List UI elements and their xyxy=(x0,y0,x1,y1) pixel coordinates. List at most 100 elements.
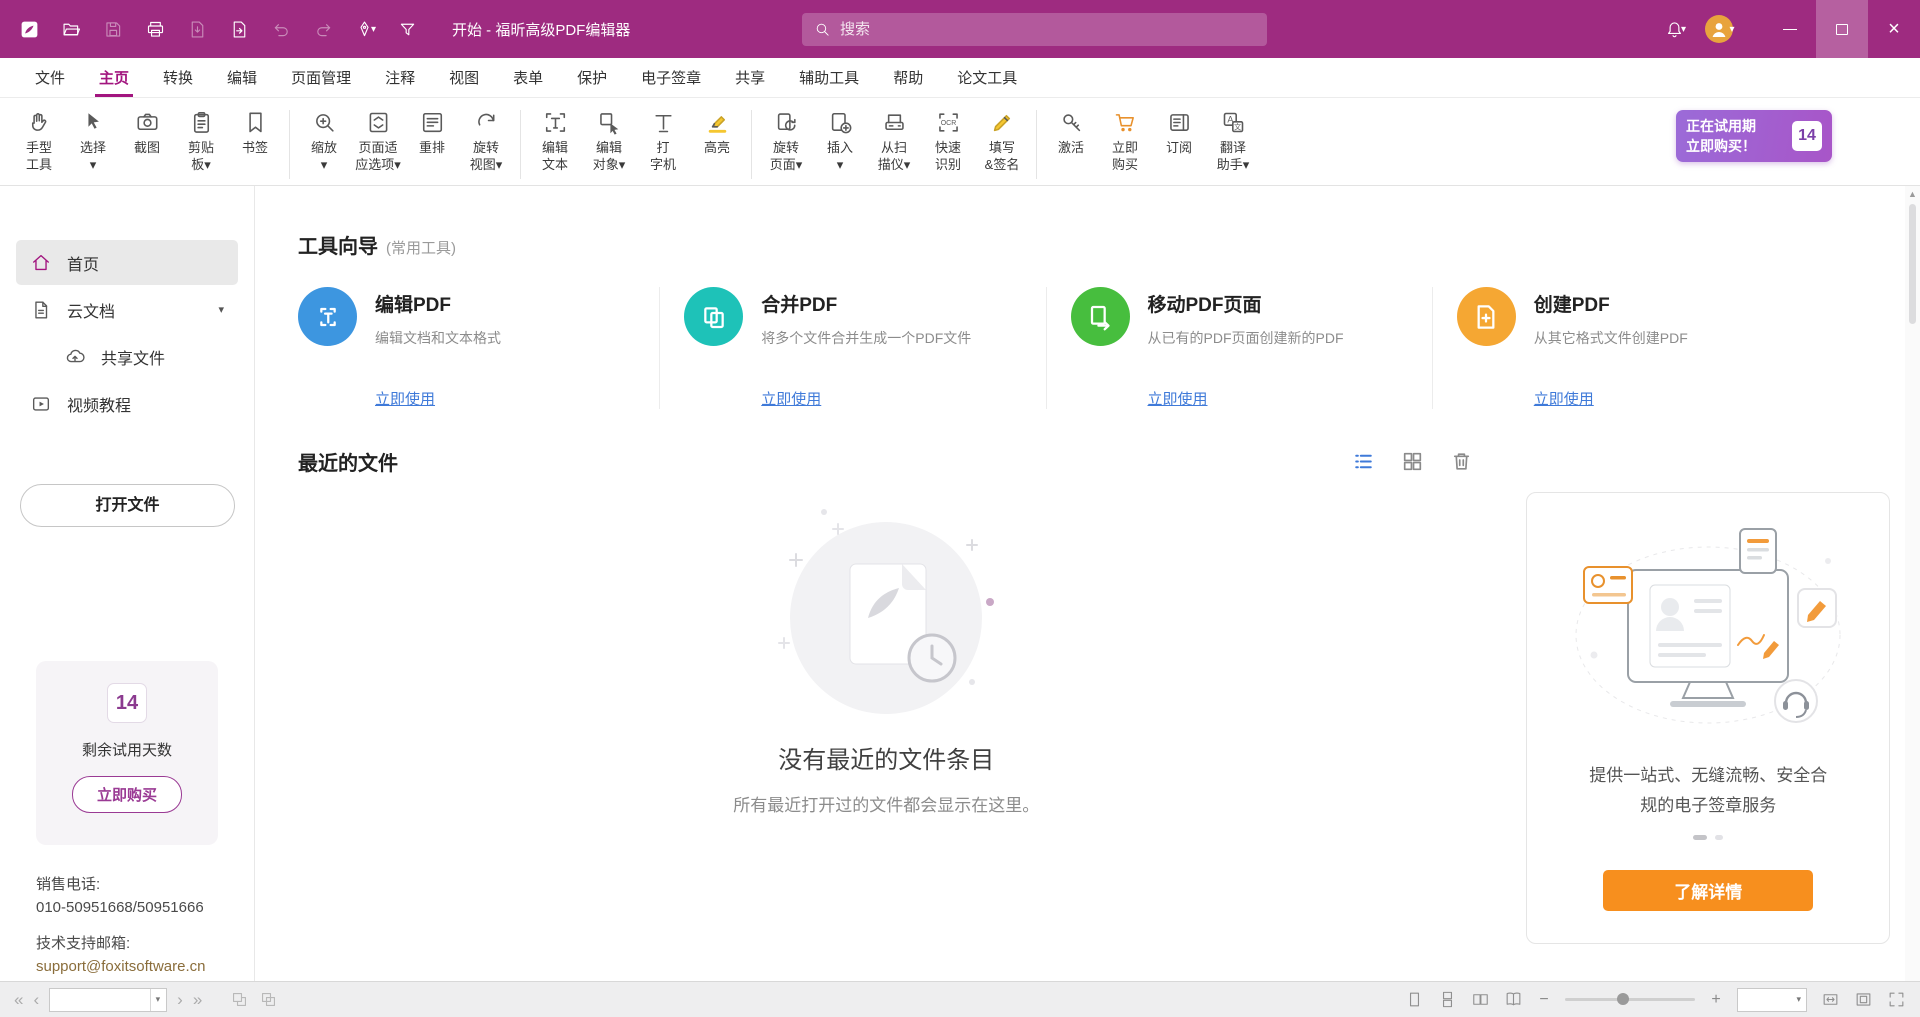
last-page-button[interactable]: » xyxy=(193,990,202,1010)
page-number-input[interactable] xyxy=(56,992,149,1007)
ribbon-tool-rotate-pages[interactable]: 旋转 页面▾ xyxy=(759,104,813,176)
search-input[interactable] xyxy=(840,21,1255,38)
menu-view[interactable]: 视图 xyxy=(432,58,496,97)
fullscreen-icon[interactable] xyxy=(1887,990,1906,1009)
ribbon-tool-highlight[interactable]: 高亮 xyxy=(690,104,744,159)
sidebar-item-cloud-docs[interactable]: 云文档 ▾ xyxy=(16,287,238,332)
ribbon-tool-from-scanner[interactable]: 从扫 描仪▾ xyxy=(867,104,921,176)
close-button[interactable]: × xyxy=(1868,0,1920,58)
card-merge-pdf[interactable]: 合并PDF 将多个文件合并生成一个PDF文件 立即使用 xyxy=(659,287,1045,409)
export-doc-icon[interactable] xyxy=(178,10,216,48)
buy-now-button[interactable]: 立即购买 xyxy=(72,776,182,813)
card-move-pdf-pages[interactable]: 移动PDF页面 从已有的PDF页面创建新的PDF 立即使用 xyxy=(1046,287,1432,409)
ribbon-tool-translate[interactable]: A文 翻译 助手▾ xyxy=(1206,104,1260,176)
sidebar-item-shared-files[interactable]: 共享文件 xyxy=(50,334,238,379)
next-page-button[interactable]: › xyxy=(177,990,183,1010)
carousel-dots[interactable] xyxy=(1693,835,1723,840)
menu-edit[interactable]: 编辑 xyxy=(210,58,274,97)
first-page-button[interactable]: « xyxy=(14,990,23,1010)
ribbon-tool-edit-object[interactable]: 编辑 对象▾ xyxy=(582,104,636,176)
use-now-link[interactable]: 立即使用 xyxy=(1534,388,1594,409)
zoom-out-button[interactable]: − xyxy=(1537,991,1551,1009)
menu-page-manage[interactable]: 页面管理 xyxy=(274,58,368,97)
notifications-bell-icon[interactable]: ▾ xyxy=(1656,10,1694,48)
card-create-pdf[interactable]: 创建PDF 从其它格式文件创建PDF 立即使用 xyxy=(1432,287,1818,409)
menu-comment[interactable]: 注释 xyxy=(368,58,432,97)
account-avatar[interactable]: ▾ xyxy=(1694,10,1746,48)
use-now-link[interactable]: 立即使用 xyxy=(761,388,821,409)
ribbon-tool-activate[interactable]: 激活 xyxy=(1044,104,1098,159)
two-page-view-icon[interactable] xyxy=(1471,990,1490,1009)
redo-icon[interactable] xyxy=(304,10,342,48)
scrollbar-thumb[interactable] xyxy=(1909,204,1916,324)
carousel-dot-active[interactable] xyxy=(1693,835,1707,840)
use-now-link[interactable]: 立即使用 xyxy=(1148,388,1208,409)
menu-convert[interactable]: 转换 xyxy=(146,58,210,97)
ribbon-tool-quick-ocr[interactable]: OCR 快速 识别 xyxy=(921,104,975,176)
ribbon-tool-snapshot[interactable]: 截图 xyxy=(120,104,174,159)
zoom-in-button[interactable]: + xyxy=(1709,991,1723,1009)
ribbon-tool-select[interactable]: 选择 ▾ xyxy=(66,104,120,176)
sidebar-item-video-tutorials[interactable]: 视频教程 xyxy=(16,381,238,426)
ribbon-tool-subscribe[interactable]: 订阅 xyxy=(1152,104,1206,159)
fit-width-icon[interactable] xyxy=(1821,990,1840,1009)
ribbon-tool-zoom[interactable]: 缩放 ▾ xyxy=(297,104,351,176)
grid-view-icon[interactable] xyxy=(1400,449,1425,474)
ribbon-tool-typewriter[interactable]: 打 字机 xyxy=(636,104,690,176)
print-icon[interactable] xyxy=(136,10,174,48)
book-view-icon[interactable] xyxy=(1504,990,1523,1009)
ribbon-tool-reflow[interactable]: 重排 xyxy=(405,104,459,159)
fit-page-icon[interactable] xyxy=(1854,990,1873,1009)
ribbon-tool-hand[interactable]: 手型 工具 xyxy=(12,104,66,176)
zoom-dropdown-caret[interactable]: ▾ xyxy=(1796,994,1801,1005)
ribbon-tool-fill-sign[interactable]: 填写 &签名 xyxy=(975,104,1029,176)
esign-icon[interactable]: ▾ xyxy=(346,10,384,48)
continuous-view-icon[interactable] xyxy=(1438,990,1457,1009)
ribbon-tool-edit-text[interactable]: 编辑 文本 xyxy=(528,104,582,176)
single-page-view-icon[interactable] xyxy=(1405,990,1424,1009)
zoom-level-input[interactable] xyxy=(1743,992,1796,1007)
copy-status-icon[interactable] xyxy=(259,990,278,1009)
menu-esign[interactable]: 电子签章 xyxy=(624,58,718,97)
menu-paper-tools[interactable]: 论文工具 xyxy=(940,58,1034,97)
ribbon-tool-insert-pages[interactable]: 插入 ▾ xyxy=(813,104,867,176)
ribbon-tool-bookmark[interactable]: 书签 xyxy=(228,104,282,159)
menu-accessibility[interactable]: 辅助工具 xyxy=(782,58,876,97)
menu-home[interactable]: 主页 xyxy=(82,58,146,97)
app-logo[interactable] xyxy=(10,10,48,48)
ribbon-tool-rotate-view[interactable]: 旋转 视图▾ xyxy=(459,104,513,176)
vertical-scrollbar[interactable]: ▲ xyxy=(1905,186,1920,981)
menu-help[interactable]: 帮助 xyxy=(876,58,940,97)
zoom-slider[interactable] xyxy=(1565,998,1695,1001)
save-icon[interactable] xyxy=(94,10,132,48)
carousel-dot[interactable] xyxy=(1715,835,1723,840)
scroll-up-icon[interactable]: ▲ xyxy=(1908,188,1917,200)
convert-doc-icon[interactable] xyxy=(220,10,258,48)
undo-icon[interactable] xyxy=(262,10,300,48)
snapshot-status-icon[interactable] xyxy=(230,990,249,1009)
menu-form[interactable]: 表单 xyxy=(496,58,560,97)
ribbon-tool-fit-options[interactable]: 页面适 应选项▾ xyxy=(351,104,405,176)
menu-protect[interactable]: 保护 xyxy=(560,58,624,97)
ribbon-tool-buy-now[interactable]: 立即 购买 xyxy=(1098,104,1152,176)
open-file-button[interactable]: 打开文件 xyxy=(20,484,235,527)
search-box[interactable] xyxy=(802,13,1267,46)
sidebar-item-home[interactable]: 首页 xyxy=(16,240,238,285)
support-email-link[interactable]: support@foxitsoftware.cn xyxy=(36,956,205,979)
maximize-button[interactable] xyxy=(1816,0,1868,58)
learn-more-button[interactable]: 了解详情 xyxy=(1603,870,1813,911)
open-file-icon[interactable] xyxy=(52,10,90,48)
zoom-level-box[interactable]: ▾ xyxy=(1737,988,1807,1012)
chevron-down-icon[interactable]: ▾ xyxy=(218,303,224,316)
card-edit-pdf[interactable]: 编辑PDF 编辑文档和文本格式 立即使用 xyxy=(298,287,659,409)
trash-icon[interactable] xyxy=(1449,449,1474,474)
toolbar-filter-icon[interactable] xyxy=(388,10,426,48)
trial-buy-badge[interactable]: 正在试用期 立即购买！ 14 xyxy=(1676,110,1832,162)
zoom-slider-handle[interactable] xyxy=(1617,993,1629,1005)
menu-share[interactable]: 共享 xyxy=(718,58,782,97)
menu-file[interactable]: 文件 xyxy=(18,58,82,97)
prev-page-button[interactable]: ‹ xyxy=(33,990,39,1010)
list-view-icon[interactable] xyxy=(1351,449,1376,474)
minimize-button[interactable] xyxy=(1764,0,1816,58)
use-now-link[interactable]: 立即使用 xyxy=(375,388,435,409)
